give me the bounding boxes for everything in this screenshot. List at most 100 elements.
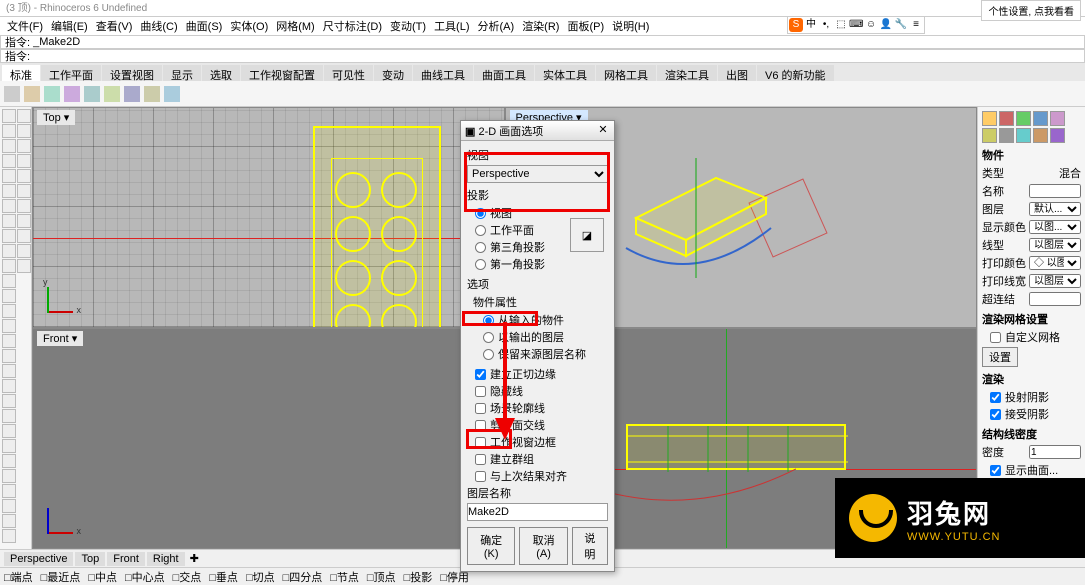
redo-icon[interactable] [164,86,180,102]
tool-icon[interactable] [2,529,16,543]
open-icon[interactable] [24,86,40,102]
menu-analyze[interactable]: 分析(A) [475,18,518,34]
tool-icon[interactable] [2,259,16,273]
tool-icon[interactable] [17,244,31,258]
viewport-front[interactable]: Front ▾ [33,329,504,548]
tool-icon[interactable] [17,184,31,198]
ime-kb-icon[interactable]: ⌨ [849,18,863,32]
ime-tool-icon[interactable]: 🔧 [894,18,908,32]
snap-knot[interactable]: □节点 [330,569,359,585]
ime-face-icon[interactable]: ☺ [864,18,878,32]
undo-icon[interactable] [144,86,160,102]
tool-icon[interactable] [2,439,16,453]
tool-icon[interactable] [2,499,16,513]
tool-icon[interactable] [2,469,16,483]
panel-tab-icon[interactable] [1050,128,1065,143]
tab-layout[interactable]: 工作视窗配置 [241,65,323,81]
paste-icon[interactable] [124,86,140,102]
snap-near[interactable]: □最近点 [41,569,81,585]
tool-icon[interactable] [2,334,16,348]
objattr-output-radio[interactable]: 以输出的图层 [467,329,608,345]
objattr-keep-radio[interactable]: 保留来源图层名称 [467,346,608,362]
clip-plane-check[interactable]: 剪平面交线 [467,417,608,433]
tool-icon[interactable] [17,139,31,153]
tool-icon[interactable] [2,139,16,153]
viewport-top[interactable]: Top ▾ [33,108,504,327]
panel-tab-icon[interactable] [1016,128,1031,143]
align-prev-check[interactable]: 与上次结果对齐 [467,468,608,484]
name-input[interactable] [1029,184,1081,198]
menu-mesh[interactable]: 网格(M) [273,18,318,34]
ime-user-icon[interactable]: 👤 [879,18,893,32]
tool-icon[interactable] [2,484,16,498]
printcolor-select[interactable]: ◇ 以图... [1029,256,1081,270]
hidden-lines-check[interactable]: 隐藏线 [467,383,608,399]
tab-standard[interactable]: 标准 [2,65,40,81]
panel-tab-icon[interactable] [999,111,1014,126]
menu-solid[interactable]: 实体(O) [227,18,271,34]
tab-crvtools[interactable]: 曲线工具 [413,65,473,81]
tool-icon[interactable] [2,394,16,408]
menu-curve[interactable]: 曲线(C) [137,18,180,34]
view-select[interactable]: Perspective [467,165,608,183]
tool-icon[interactable] [2,274,16,288]
menu-edit[interactable]: 编辑(E) [48,18,91,34]
tool-icon[interactable] [2,214,16,228]
snap-proj[interactable]: □投影 [404,569,433,585]
tool-icon[interactable] [2,169,16,183]
tool-icon[interactable] [17,199,31,213]
menu-panels[interactable]: 面板(P) [564,18,607,34]
tab-cplane[interactable]: 工作平面 [41,65,101,81]
panel-tab-icon[interactable] [999,128,1014,143]
tab-drafting[interactable]: 出图 [718,65,756,81]
show-iso-check[interactable]: 显示曲面... [982,462,1081,478]
vtab-right[interactable]: Right [147,552,185,566]
tool-icon[interactable] [2,289,16,303]
viewport-label-front[interactable]: Front ▾ [37,331,83,346]
viewport-label-top[interactable]: Top ▾ [37,110,75,125]
hyperlink-input[interactable] [1029,292,1081,306]
tab-visibility[interactable]: 可见性 [324,65,373,81]
menu-help[interactable]: 说明(H) [609,18,652,34]
help-button[interactable]: 说明 [572,527,608,565]
snap-vert[interactable]: □顶点 [367,569,396,585]
cast-shadow-check[interactable]: 投射阴影 [982,389,1081,405]
tool-icon[interactable] [17,169,31,183]
mesh-settings-button[interactable]: 设置 [982,347,1018,367]
panel-tab-icon[interactable] [1050,111,1065,126]
dialog-titlebar[interactable]: ▣ 2-D 画面选项 ✕ [461,121,614,141]
viewport-border-check[interactable]: 工作视窗边框 [467,434,608,450]
ime-punct[interactable]: •, [819,18,833,32]
menu-transform[interactable]: 变动(T) [387,18,429,34]
menu-tools[interactable]: 工具(L) [431,18,472,34]
menu-dim[interactable]: 尺寸标注(D) [320,18,385,34]
selected-object-persp[interactable] [616,158,776,278]
print-icon[interactable] [64,86,80,102]
vtab-front[interactable]: Front [107,552,145,566]
tab-transform[interactable]: 变动 [374,65,412,81]
tool-icon[interactable] [17,124,31,138]
tool-icon[interactable] [2,244,16,258]
tab-solidtools[interactable]: 实体工具 [535,65,595,81]
tool-icon[interactable] [2,424,16,438]
tool-icon[interactable] [2,379,16,393]
tab-meshtools[interactable]: 网格工具 [596,65,656,81]
add-tab-icon[interactable]: ✚ [187,552,199,565]
color-select[interactable]: 以图... [1029,220,1081,234]
copy-icon[interactable] [104,86,120,102]
menu-surface[interactable]: 曲面(S) [183,18,226,34]
tool-icon[interactable] [2,124,16,138]
panel-tab-icon[interactable] [982,111,997,126]
recv-shadow-check[interactable]: 接受阴影 [982,406,1081,422]
tool-icon[interactable] [2,364,16,378]
tool-icon[interactable] [17,109,31,123]
tab-srftools[interactable]: 曲面工具 [474,65,534,81]
panel-tab-icon[interactable] [1033,128,1048,143]
tangent-edges-check[interactable]: 建立正切边缘 [467,366,608,382]
selected-object-top[interactable] [313,126,441,327]
cancel-button[interactable]: 取消(A) [519,527,567,565]
ime-menu-icon[interactable]: ≡ [909,18,923,32]
proj-first-radio[interactable]: 第一角投影 [467,256,608,272]
tool-icon[interactable] [2,229,16,243]
tool-icon[interactable] [2,199,16,213]
